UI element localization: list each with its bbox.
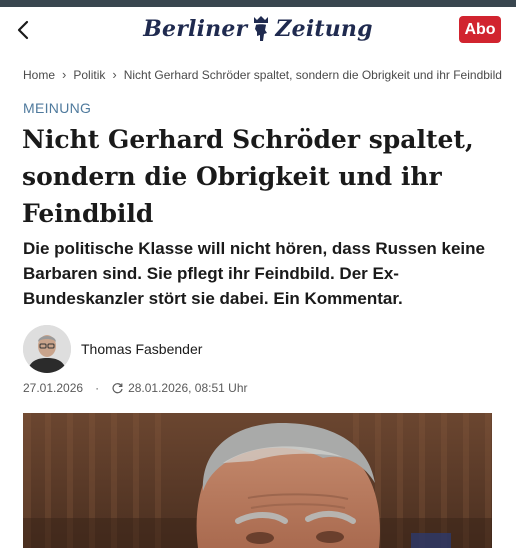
article-dates: 27.01.2026 · 28.01.2026, 08:51 Uhr xyxy=(23,381,248,395)
logo-word-2: Zeitung xyxy=(275,16,373,42)
site-logo[interactable]: Berliner Zeitung xyxy=(0,15,516,43)
status-bar xyxy=(0,0,516,7)
author-name[interactable]: Thomas Fasbender xyxy=(81,341,202,357)
article-hero-image[interactable] xyxy=(23,413,492,548)
breadcrumb: Home › Politik › Nicht Gerhard Schröder … xyxy=(23,67,502,82)
breadcrumb-politik[interactable]: Politik xyxy=(73,68,105,82)
date-separator: · xyxy=(95,381,100,395)
article-kicker: MEINUNG xyxy=(23,100,92,116)
breadcrumb-home[interactable]: Home xyxy=(23,68,55,82)
site-header: Berliner Zeitung Abo xyxy=(0,7,516,53)
author-byline[interactable]: Thomas Fasbender xyxy=(23,325,202,373)
chevron-right-icon: › xyxy=(62,67,67,82)
author-avatar[interactable] xyxy=(23,325,71,373)
bear-crest-icon xyxy=(254,16,269,41)
chevron-right-icon: › xyxy=(112,67,117,82)
published-date: 27.01.2026 xyxy=(23,381,84,395)
logo-word-1: Berliner xyxy=(143,16,248,42)
refresh-icon xyxy=(112,382,123,393)
article-headline: Nicht Gerhard Schröder spaltet, sondern … xyxy=(22,125,474,228)
abo-button[interactable]: Abo xyxy=(459,16,501,43)
breadcrumb-current: Nicht Gerhard Schröder spaltet, sondern … xyxy=(123,67,502,82)
updated-date-group: 28.01.2026, 08:51 Uhr xyxy=(111,381,248,395)
article-teaser: Die politische Klasse will nicht hören, … xyxy=(23,239,485,308)
updated-date: 28.01.2026, 08:51 Uhr xyxy=(128,381,248,395)
